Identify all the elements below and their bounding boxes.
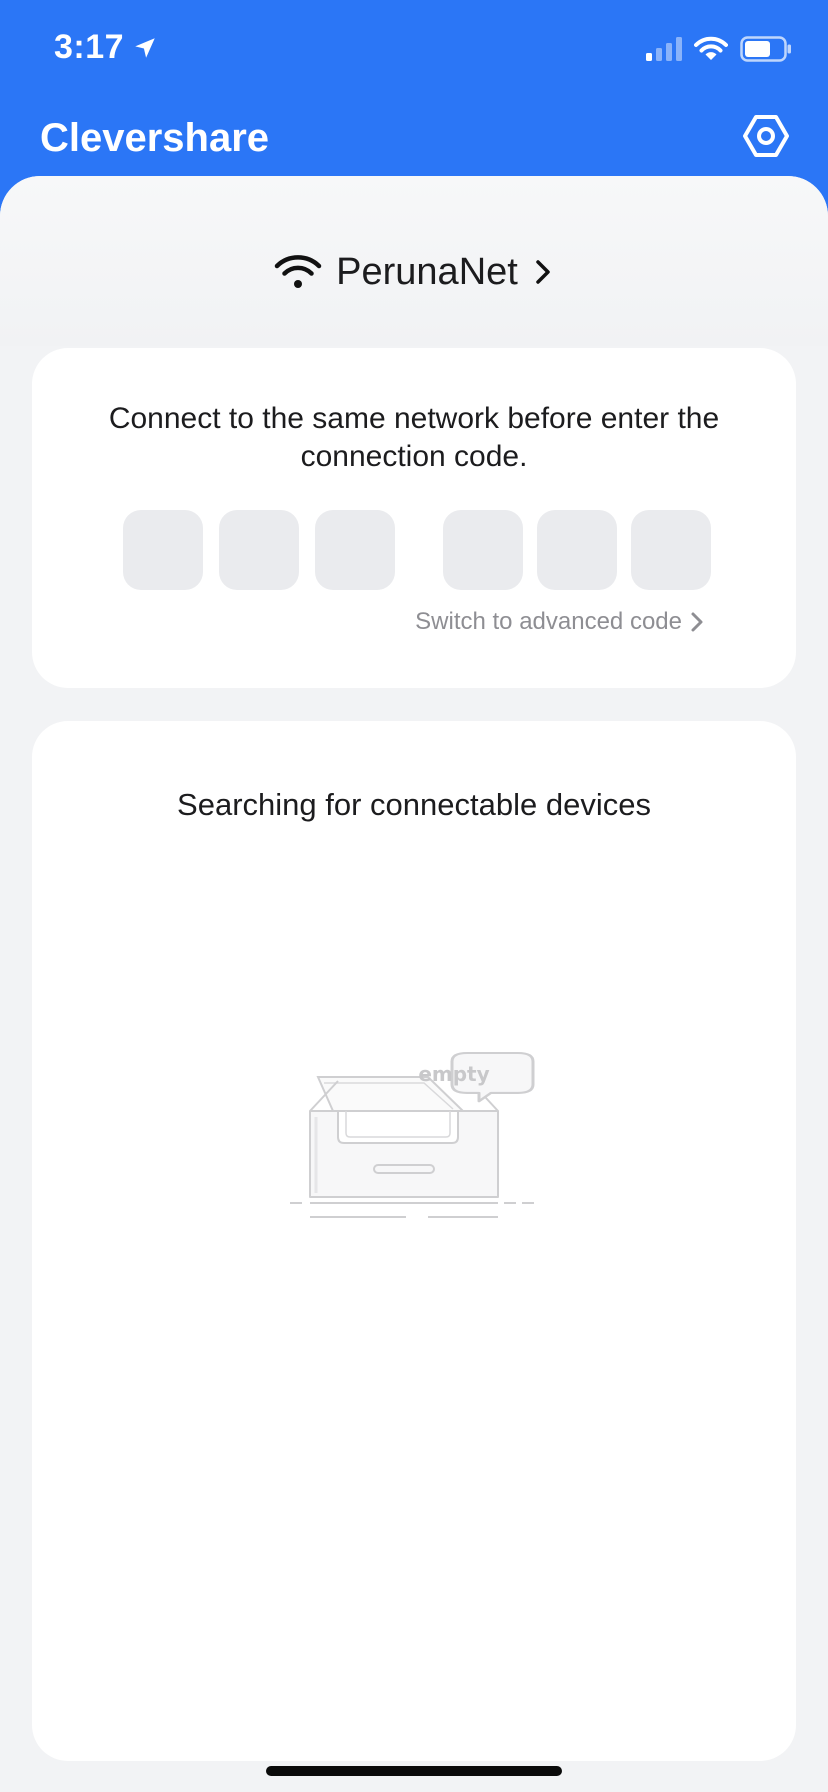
status-icons <box>646 36 792 62</box>
hexagon-settings-icon <box>743 115 789 157</box>
status-time-text: 3:17 <box>54 28 125 66</box>
chevron-right-icon <box>536 260 550 284</box>
connection-code-card: Connect to the same network before enter… <box>32 348 796 688</box>
battery-icon <box>740 36 791 62</box>
empty-inbox-icon: empty <box>290 1051 535 1218</box>
empty-label: empty <box>418 1062 489 1086</box>
app-title: Clevershare <box>40 116 270 160</box>
status-time: 3:17 <box>54 28 158 67</box>
code-digit-1[interactable] <box>123 510 203 590</box>
code-digit-2[interactable] <box>219 510 299 590</box>
code-digit-6[interactable] <box>631 510 711 590</box>
home-indicator[interactable] <box>266 1766 562 1776</box>
status-bar: 3:17 <box>0 0 828 100</box>
devices-search-title: Searching for connectable devices <box>177 787 651 822</box>
cellular-signal-icon <box>646 37 682 61</box>
code-digit-4[interactable] <box>443 510 523 590</box>
location-arrow-icon <box>135 37 155 58</box>
code-digit-3[interactable] <box>315 510 395 590</box>
advanced-link-label: Switch to advanced code <box>415 608 682 635</box>
devices-card: Searching for connectable devices empty <box>32 721 796 1761</box>
main-sheet: PerunaNet Connect to the same network be… <box>0 176 828 1792</box>
connection-instruction: Connect to the same network before enter… <box>108 402 720 473</box>
settings-button[interactable] <box>740 110 792 162</box>
switch-advanced-code-link[interactable]: Switch to advanced code <box>415 608 704 636</box>
code-digit-5[interactable] <box>537 510 617 590</box>
chevron-right-icon <box>691 612 703 632</box>
wifi-icon <box>694 36 728 60</box>
network-name: PerunaNet <box>336 250 518 293</box>
app-header: Clevershare <box>0 100 828 180</box>
network-selector[interactable]: PerunaNet <box>0 240 828 304</box>
wifi-icon <box>274 255 322 288</box>
